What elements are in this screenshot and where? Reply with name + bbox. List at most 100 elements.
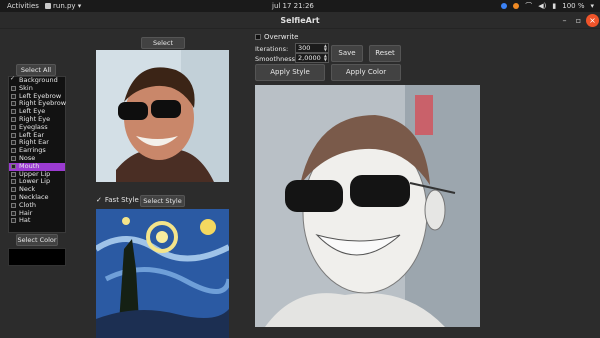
face-part-checkbox[interactable] xyxy=(11,148,16,154)
notification-icon[interactable] xyxy=(513,3,520,9)
save-button[interactable]: Save xyxy=(331,45,363,62)
face-part-checkbox[interactable] xyxy=(11,210,16,216)
checkmark-icon: ✓ xyxy=(96,196,102,204)
fast-style-checkbox[interactable]: ✓ Fast Style xyxy=(96,196,139,204)
face-part-checkbox[interactable] xyxy=(11,218,16,224)
battery-label: 100 % xyxy=(562,2,585,10)
face-part-label: Eyeglass xyxy=(19,122,48,131)
select-style-button[interactable]: Select Style xyxy=(140,195,185,207)
smoothness-spinbox[interactable]: 2,0000 ▲ ▼ xyxy=(295,53,329,63)
face-part-item[interactable]: Necklace xyxy=(9,192,65,202)
star-shape xyxy=(156,231,168,243)
face-part-label: Lower Lip xyxy=(19,177,51,186)
activities-button[interactable]: Activities xyxy=(7,2,39,10)
style-image xyxy=(96,209,229,338)
star-shape xyxy=(122,217,130,225)
face-part-item[interactable]: Cloth xyxy=(9,200,65,210)
face-part-checkbox[interactable] xyxy=(11,85,16,91)
face-part-label: Cloth xyxy=(19,200,36,209)
smoothness-label: Smoothness: xyxy=(255,55,298,63)
title-bar[interactable]: SelfieArt – ▫ × xyxy=(0,12,600,29)
face-part-checkbox[interactable] xyxy=(11,116,16,122)
system-menu-arrow-icon[interactable]: ▾ xyxy=(590,2,594,10)
smoothness-value: 2,0000 xyxy=(298,54,321,62)
face-part-label: Earrings xyxy=(19,146,46,155)
python-icon xyxy=(45,3,51,9)
face-part-item[interactable]: Lower Lip xyxy=(9,177,65,186)
face-part-checkbox[interactable] xyxy=(11,171,16,177)
face-part-checkbox[interactable] xyxy=(11,101,16,107)
apply-style-button[interactable]: Apply Style xyxy=(255,64,325,81)
select-all-button[interactable]: Select All xyxy=(16,64,56,76)
face-part-label: Necklace xyxy=(19,192,49,201)
right-lens-shape xyxy=(350,175,410,207)
face-part-checkbox[interactable] xyxy=(11,132,16,138)
face-part-label: Hat xyxy=(19,216,31,225)
face-part-checkbox[interactable] xyxy=(11,179,16,185)
maximize-button[interactable]: ▫ xyxy=(572,14,585,27)
face-part-checkbox[interactable] xyxy=(11,187,16,193)
face-part-label: Neck xyxy=(19,185,36,194)
system-top-bar: Activities run.py ▾ jul 17 21:26 ⌒ ◀) ▮ … xyxy=(0,0,600,12)
face-part-checkbox[interactable] xyxy=(11,124,16,130)
spin-arrows-icon[interactable]: ▲ ▼ xyxy=(324,54,327,62)
close-button[interactable]: × xyxy=(586,14,599,27)
app-menu[interactable]: run.py ▾ xyxy=(45,2,81,10)
left-lens-shape xyxy=(118,102,148,120)
right-lens-shape xyxy=(151,100,181,118)
color-swatch xyxy=(8,248,66,266)
clock[interactable]: jul 17 21:26 xyxy=(272,2,314,10)
face-part-label: Skin xyxy=(19,83,33,92)
face-part-checkbox[interactable] xyxy=(11,155,16,161)
face-part-checkbox[interactable] xyxy=(11,109,16,115)
window-title: SelfieArt xyxy=(280,16,320,25)
face-parts-list[interactable]: BackgroundSkinLeft EyebrowRight EyebrowL… xyxy=(8,75,67,233)
fast-style-label: Fast Style xyxy=(104,196,139,204)
face-part-checkbox[interactable] xyxy=(11,163,16,169)
spin-arrows-icon[interactable]: ▲ ▼ xyxy=(324,44,327,52)
face-part-label: Left Ear xyxy=(19,130,45,139)
face-part-label: Right Eye xyxy=(19,114,51,123)
face-part-checkbox[interactable] xyxy=(11,194,16,200)
face-part-label: Mouth xyxy=(19,161,40,170)
face-part-checkbox[interactable] xyxy=(11,93,16,99)
volume-icon[interactable]: ◀) xyxy=(538,2,546,10)
input-photo xyxy=(96,50,229,182)
face-part-label: Right Ear xyxy=(19,138,49,147)
minimize-button[interactable]: – xyxy=(558,14,571,27)
iterations-spinbox[interactable]: 300 ▲ ▼ xyxy=(295,43,329,53)
app-menu-label: run.py ▾ xyxy=(53,2,82,10)
face-part-label: Hair xyxy=(19,208,33,217)
overwrite-checkbox[interactable]: Overwrite xyxy=(255,33,298,41)
face-part-label: Upper Lip xyxy=(19,169,51,178)
overwrite-label: Overwrite xyxy=(264,33,299,41)
overwrite-box xyxy=(255,34,261,40)
face-part-item[interactable]: Hair xyxy=(9,208,65,218)
face-part-label: Left Eye xyxy=(19,107,46,116)
reset-button[interactable]: Reset xyxy=(369,45,401,62)
select-image-button[interactable]: Select Image xyxy=(141,37,185,57)
app-window: SelfieArt – ▫ × Select All BackgroundSki… xyxy=(0,12,600,338)
iterations-value: 300 xyxy=(298,44,311,52)
dropbox-icon[interactable] xyxy=(501,3,508,9)
face-part-label: Background xyxy=(19,76,58,84)
system-tray[interactable]: ⌒ ◀) ▮ 100 % ▾ xyxy=(501,2,594,10)
battery-icon[interactable]: ▮ xyxy=(552,2,556,10)
select-color-button[interactable]: Select Color xyxy=(16,234,58,246)
network-icon[interactable]: ⌒ xyxy=(525,2,532,10)
face-part-checkbox[interactable] xyxy=(11,140,16,146)
face-part-label: Right Eyebrow xyxy=(19,99,67,108)
iterations-label: Iterations: xyxy=(255,45,289,53)
background-block-shape xyxy=(415,95,433,135)
moon-shape xyxy=(200,219,216,235)
face-part-label: Left Eyebrow xyxy=(19,91,62,100)
face-part-checkbox[interactable] xyxy=(10,75,16,83)
face-part-item[interactable]: Hat xyxy=(9,216,65,225)
apply-color-button[interactable]: Apply Color xyxy=(331,64,401,81)
face-part-item[interactable]: Earrings xyxy=(9,146,65,155)
face-part-checkbox[interactable] xyxy=(11,202,16,208)
ear-shape xyxy=(424,189,446,231)
left-lens-shape xyxy=(285,180,343,212)
face-part-item[interactable]: Background xyxy=(9,75,65,85)
output-image xyxy=(255,85,480,327)
